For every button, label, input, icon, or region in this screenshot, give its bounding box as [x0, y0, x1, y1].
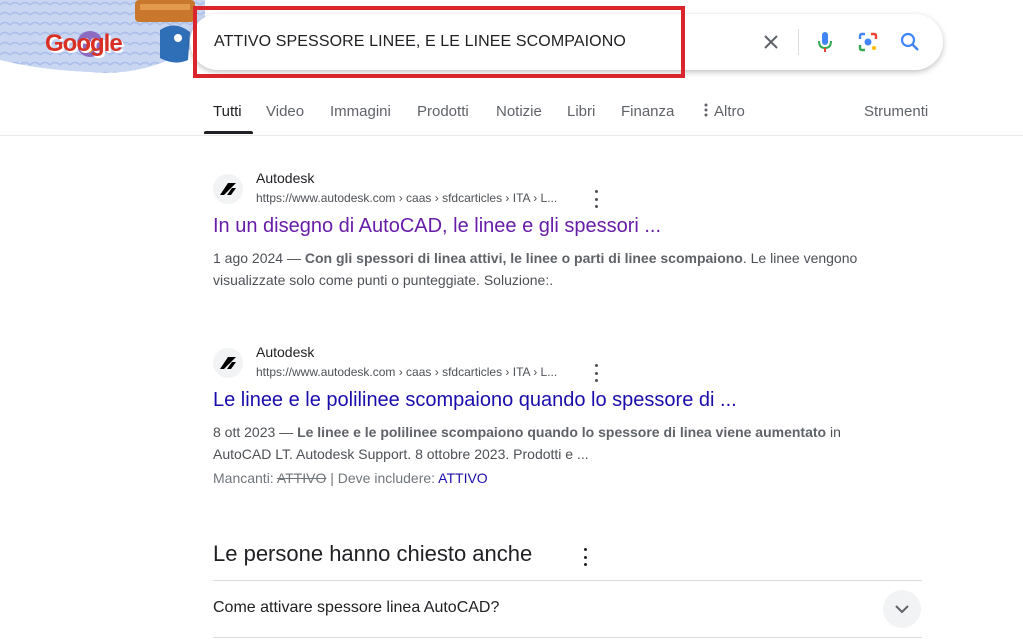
tab-video[interactable]: Video	[266, 103, 304, 120]
result-date: 8 ott 2023 —	[213, 424, 298, 440]
tab-tutti[interactable]: Tutti	[213, 103, 242, 120]
tab-prodotti[interactable]: Prodotti	[417, 103, 469, 120]
result-title-link[interactable]: Le linee e le polilinee scompaiono quand…	[213, 389, 737, 412]
clear-search-icon[interactable]	[759, 30, 783, 54]
paa-heading: Le persone hanno chiesto anche	[213, 541, 533, 566]
search-icon[interactable]	[898, 30, 922, 54]
tools-button[interactable]: Strumenti	[864, 103, 928, 120]
more-vert-icon	[704, 103, 708, 121]
paa-options-icon[interactable]	[579, 548, 591, 566]
result-options-icon[interactable]	[590, 190, 602, 208]
tab-libri[interactable]: Libri	[567, 103, 595, 120]
paa-divider	[213, 580, 922, 581]
voice-search-icon[interactable]	[813, 30, 837, 54]
result-options-icon[interactable]	[590, 364, 602, 382]
active-tab-indicator	[204, 131, 253, 134]
snippet-highlight: Le linee e le polilinee scompaiono quand…	[297, 424, 827, 440]
snippet-highlight: Con gli spessori di linea attivi, le lin…	[304, 250, 743, 266]
result-site-name[interactable]: Autodesk	[256, 344, 314, 360]
missing-terms-line: Mancanti: ATTIVO | Deve includere: ATTIV…	[213, 470, 488, 486]
tab-finanza[interactable]: Finanza	[621, 103, 674, 120]
tab-notizie[interactable]: Notizie	[496, 103, 542, 120]
logo-text: Google	[45, 30, 123, 57]
chevron-down-icon[interactable]	[883, 590, 921, 628]
search-separator	[798, 29, 799, 55]
highlight-annotation-box	[193, 6, 685, 78]
result-date: 1 ago 2024 —	[213, 250, 305, 266]
include-term-link[interactable]: ATTIVO	[438, 470, 488, 486]
tab-immagini[interactable]: Immagini	[330, 103, 391, 120]
result-url[interactable]: https://www.autodesk.com › caas › sfdcar…	[256, 191, 557, 205]
result-snippet: 1 ago 2024 — Con gli spessori di linea a…	[213, 247, 893, 291]
google-doodle-logo[interactable]: Google	[0, 0, 205, 78]
result-title-link[interactable]: In un disegno di AutoCAD, le linee e gli…	[213, 215, 661, 238]
autodesk-favicon-icon[interactable]	[213, 348, 243, 378]
tab-altro[interactable]: Altro	[704, 103, 745, 121]
missing-term: ATTIVO	[276, 470, 327, 486]
header-divider	[0, 135, 1023, 136]
paa-question[interactable]: Come attivare spessore linea AutoCAD?	[213, 599, 499, 617]
include-label: | Deve includere:	[326, 470, 439, 486]
paa-divider	[213, 637, 922, 638]
result-snippet: 8 ott 2023 — Le linee e le polilinee sco…	[213, 421, 893, 465]
result-url[interactable]: https://www.autodesk.com › caas › sfdcar…	[256, 365, 557, 379]
missing-label: Mancanti:	[213, 470, 277, 486]
tab-altro-label: Altro	[714, 103, 745, 120]
autodesk-favicon-icon[interactable]	[213, 174, 243, 204]
lens-search-icon[interactable]	[856, 30, 880, 54]
result-site-name[interactable]: Autodesk	[256, 170, 314, 186]
